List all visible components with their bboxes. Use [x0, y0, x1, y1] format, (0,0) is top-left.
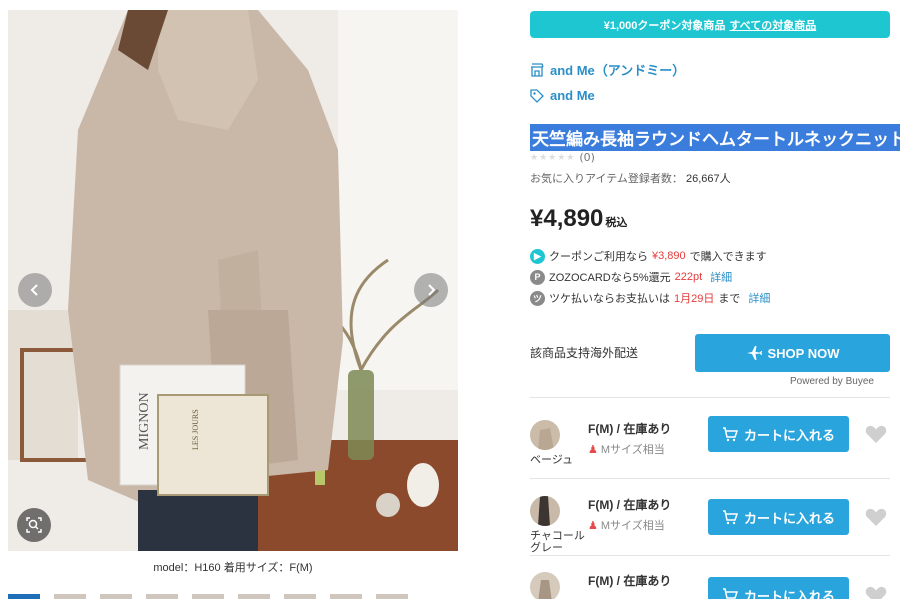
cart-icon [722, 427, 738, 442]
coupon-banner: ¥1,000クーポン対象商品 すべての対象商品 [530, 11, 890, 38]
color-swatch[interactable] [530, 496, 560, 526]
product-photo: MIGNON LES JOURS [8, 10, 458, 551]
add-to-cart-button[interactable]: カートに入れる [708, 499, 849, 535]
size-stock: F(M) / 在庫あり [588, 574, 672, 588]
coupon-banner-text: ¥1,000クーポン対象商品 [603, 19, 726, 32]
add-to-cart-label: カートに入れる [743, 588, 835, 599]
promo-text: クーポンご利用なら [549, 251, 648, 263]
add-to-cart-label: カートに入れる [743, 510, 835, 526]
add-to-cart-button[interactable]: カートに入れる [708, 416, 849, 452]
divider [530, 397, 890, 398]
shop-now-button[interactable]: SHOP NOW [695, 334, 890, 372]
zozocard-icon: P [530, 269, 545, 285]
add-to-cart-button[interactable]: カートに入れる [708, 577, 849, 599]
thumbnail-item[interactable] [8, 594, 40, 599]
promo-text-tail: まで [718, 293, 741, 305]
brand-link[interactable]: and Me [530, 88, 595, 103]
promo-highlight: 222pt [674, 271, 703, 283]
favorite-count: お気に入りアイテム登録者数： 26,667人 [530, 170, 731, 186]
tsuke-detail-link[interactable]: 詳細 [748, 290, 770, 306]
person-icon: ♟ [588, 519, 598, 532]
favorite-count-label: お気に入りアイテム登録者数： [530, 173, 683, 185]
model-size-caption: model：H160 着用サイズ：F(M) [153, 562, 313, 574]
promo-text: ZOZOCARDなら5%還元 [549, 272, 671, 284]
color-swatch[interactable] [530, 420, 560, 450]
coupon-target-link[interactable]: すべての対象商品 [729, 17, 816, 33]
variant-row: チャコールグレー F(M) / 在庫あり ♟ Mサイズ相当 カートに入れる [530, 492, 890, 564]
color-name: ベージュ [530, 454, 574, 466]
tsuke-icon: ツ [530, 290, 545, 306]
price-value: ¥4,890 [530, 205, 604, 232]
size-stock: F(M) / 在庫あり [588, 422, 672, 436]
product-price: ¥4,890 税込 [530, 205, 627, 233]
overseas-shipping-label: 該商品支持海外配送 [530, 346, 639, 360]
tag-icon [530, 88, 544, 103]
product-title: 天竺編み長袖ラウンドヘムタートルネックニット [530, 124, 900, 151]
variant-row: F(M) / 在庫あり カートに入れる [530, 568, 890, 599]
coupon-promo: ▶ クーポンご利用なら ¥3,890 で購入できます [530, 248, 767, 264]
chevron-right-icon [428, 284, 436, 296]
store-icon [531, 62, 544, 77]
promo-text: ツケ払いならお支払いは [549, 293, 670, 305]
thumbnail-item[interactable] [54, 594, 86, 599]
review-count: (0) [579, 151, 595, 164]
zoom-search-icon [26, 517, 42, 533]
review-rating[interactable]: ★★★★★ (0) [530, 151, 595, 164]
tsuke-promo: ツ ツケ払いならお支払いは 1月29日 まで 詳細 [530, 290, 770, 306]
thumbnail-strip [8, 594, 458, 599]
zoom-button[interactable] [17, 508, 51, 542]
zozocard-detail-link[interactable]: 詳細 [710, 269, 732, 285]
shop-now-label: SHOP NOW [767, 345, 840, 361]
promo-highlight: 1月29日 [674, 293, 715, 305]
magazine-title: MIGNON [137, 392, 152, 450]
chevron-left-icon [30, 284, 38, 296]
thumbnail-item[interactable] [284, 594, 316, 599]
tax-label: 税込 [605, 217, 628, 229]
promo-text-tail: で購入できます [689, 251, 767, 263]
color-swatch[interactable] [530, 572, 560, 599]
thumbnail-item[interactable] [330, 594, 362, 599]
size-fit: ♟ Mサイズ相当 [588, 441, 665, 457]
thumbnail-item[interactable] [238, 594, 270, 599]
add-to-cart-label: カートに入れる [743, 427, 835, 443]
divider [530, 478, 890, 479]
thumbnail-item[interactable] [376, 594, 408, 599]
zozocard-promo: P ZOZOCARDなら5%還元 222pt 詳細 [530, 269, 732, 285]
heart-icon[interactable] [864, 422, 888, 446]
book-title: LES JOURS [191, 409, 200, 450]
airplane-icon [746, 346, 762, 360]
gallery-prev-button[interactable] [18, 273, 52, 307]
shop-name: and Me（アンドミー） [550, 63, 686, 78]
divider [530, 555, 890, 556]
cart-icon [722, 588, 738, 599]
heart-icon[interactable] [864, 505, 888, 529]
person-icon: ♟ [588, 443, 598, 456]
shop-link[interactable]: and Me（アンドミー） [530, 60, 685, 79]
size-fit: ♟ Mサイズ相当 [588, 517, 665, 533]
powered-by-buyee: Powered by Buyee [790, 376, 874, 387]
promo-highlight: ¥3,890 [652, 250, 686, 262]
gallery-next-button[interactable] [414, 273, 448, 307]
size-fit-text: Mサイズ相当 [600, 520, 665, 532]
brand-name: and Me [550, 88, 595, 103]
product-image-gallery: MIGNON LES JOURS [8, 10, 458, 551]
favorite-count-value: 26,667人 [685, 173, 731, 185]
size-stock: F(M) / 在庫あり [588, 498, 672, 512]
coupon-icon: ▶ [530, 248, 545, 264]
color-name: チャコールグレー [530, 530, 585, 554]
thumbnail-item[interactable] [100, 594, 132, 599]
thumbnail-item[interactable] [146, 594, 178, 599]
thumbnail-item[interactable] [192, 594, 224, 599]
heart-icon[interactable] [864, 583, 888, 599]
rating-stars-icon: ★★★★★ [530, 152, 576, 163]
size-fit-text: Mサイズ相当 [600, 444, 665, 456]
cart-icon [722, 510, 738, 525]
